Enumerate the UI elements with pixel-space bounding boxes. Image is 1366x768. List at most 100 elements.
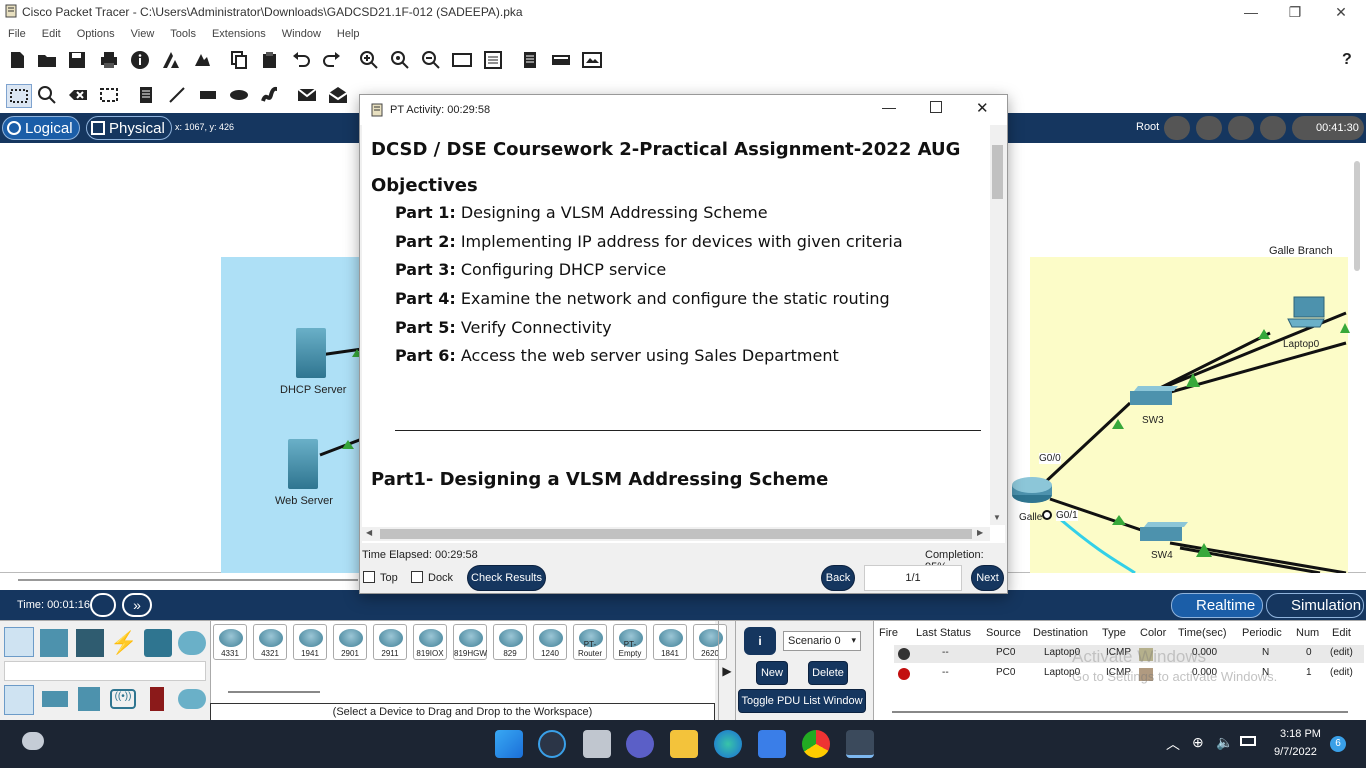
misc-category[interactable] xyxy=(144,629,172,657)
menu-view[interactable]: View xyxy=(131,28,155,40)
freeform-icon[interactable] xyxy=(259,84,281,106)
delete-scenario-button[interactable]: Delete xyxy=(808,661,848,685)
scroll-left-arrow[interactable]: ◀ xyxy=(366,528,372,537)
dialog-maximize-button[interactable] xyxy=(930,101,942,113)
search-icon[interactable] xyxy=(538,730,566,758)
wan-emulation-subcategory[interactable] xyxy=(178,689,206,709)
open-folder-icon[interactable] xyxy=(36,49,58,71)
start-windows-icon[interactable] xyxy=(495,730,523,758)
info-icon[interactable] xyxy=(129,49,151,71)
device-thumbnail[interactable]: 1841 xyxy=(653,624,687,660)
minimize-button[interactable]: — xyxy=(1228,2,1274,22)
device-thumbnail[interactable]: 4321 xyxy=(253,624,287,660)
scroll-thumb[interactable] xyxy=(992,145,1003,199)
panel-collapse-arrow[interactable]: ▶ xyxy=(718,621,736,721)
custom-device-dialog-icon[interactable] xyxy=(482,49,504,71)
new-file-icon[interactable] xyxy=(6,49,28,71)
viewport-icon[interactable] xyxy=(550,49,572,71)
delete-icon[interactable] xyxy=(67,84,89,106)
language-icon[interactable]: ⊕ xyxy=(1192,734,1204,751)
select-tool-icon[interactable] xyxy=(6,84,32,108)
landscape-icon[interactable] xyxy=(1260,116,1286,140)
switches-subcategory[interactable] xyxy=(42,691,68,707)
pdu-edit-link[interactable]: (edit) xyxy=(1330,647,1353,658)
taskbar-time[interactable]: 3:18 PM xyxy=(1280,728,1321,740)
menu-options[interactable]: Options xyxy=(77,28,115,40)
realtime-mode-button[interactable]: Realtime xyxy=(1171,593,1263,618)
security-subcategory[interactable] xyxy=(150,687,164,711)
device-list-scrollbar[interactable] xyxy=(228,691,320,693)
back-navigation-icon[interactable] xyxy=(1164,116,1190,140)
fast-forward-icon[interactable]: » xyxy=(122,593,152,617)
h-scroll-thumb[interactable] xyxy=(380,529,972,539)
routers-subcategory[interactable] xyxy=(4,685,34,715)
device-thumbnail[interactable]: 2901 xyxy=(333,624,367,660)
weather-icon[interactable] xyxy=(22,732,44,750)
dock-checkbox[interactable] xyxy=(411,571,423,583)
device-thumbnail[interactable]: PT-Empty xyxy=(613,624,647,660)
check-results-button[interactable]: Check Results xyxy=(467,565,546,591)
zoom-out-icon[interactable] xyxy=(420,49,442,71)
draw-rectangle-icon[interactable] xyxy=(197,84,219,106)
add-simple-pdu-icon[interactable] xyxy=(296,84,318,106)
task-view-icon[interactable] xyxy=(583,730,611,758)
next-button[interactable]: Next xyxy=(971,565,1004,591)
fire-icon[interactable] xyxy=(898,648,910,660)
battery-icon[interactable] xyxy=(1240,736,1256,746)
root-label[interactable]: Root xyxy=(1136,121,1159,133)
horizontal-scrollbar[interactable] xyxy=(18,579,358,581)
new-scenario-button[interactable]: New xyxy=(756,661,788,685)
drawing-palette-icon[interactable] xyxy=(451,49,473,71)
network-devices-category[interactable] xyxy=(4,627,34,657)
activity-wizard-icon[interactable] xyxy=(191,49,213,71)
resize-shape-icon[interactable] xyxy=(98,84,120,106)
device-thumbnail[interactable]: 1941 xyxy=(293,624,327,660)
menu-file[interactable]: File xyxy=(8,28,26,40)
device-thumbnail[interactable]: PT-Router xyxy=(573,624,607,660)
vertical-scrollbar[interactable] xyxy=(1354,161,1360,271)
cluster-icon[interactable] xyxy=(581,49,603,71)
physical-tab[interactable]: Physical xyxy=(86,116,172,140)
device-thumbnail[interactable]: 829 xyxy=(493,624,527,660)
galle-router-icon[interactable] xyxy=(1010,475,1054,505)
scenario-info-icon[interactable]: i xyxy=(744,627,776,655)
place-note-icon[interactable] xyxy=(135,84,157,106)
laptop-icon[interactable] xyxy=(1286,295,1328,329)
draw-line-icon[interactable] xyxy=(166,84,188,106)
top-checkbox[interactable] xyxy=(363,571,375,583)
chrome-browser-icon[interactable] xyxy=(802,730,830,758)
chat-icon[interactable] xyxy=(626,730,654,758)
help-icon[interactable]: ? xyxy=(1342,51,1352,69)
navigation-pad-icon[interactable] xyxy=(1228,116,1254,140)
zoom-in-icon[interactable] xyxy=(358,49,380,71)
toggle-pdu-list-button[interactable]: Toggle PDU List Window xyxy=(738,689,866,713)
draw-ellipse-icon[interactable] xyxy=(228,84,250,106)
undo-icon[interactable] xyxy=(290,49,312,71)
content-vertical-scrollbar[interactable]: ▼ xyxy=(990,125,1005,525)
print-icon[interactable] xyxy=(98,49,120,71)
microsoft-store-icon[interactable] xyxy=(758,730,786,758)
packet-tracer-taskbar-icon[interactable] xyxy=(846,730,874,758)
back-button[interactable]: Back xyxy=(821,565,855,591)
fire-icon[interactable] xyxy=(898,668,910,680)
save-icon[interactable] xyxy=(66,49,88,71)
paste-icon[interactable] xyxy=(259,49,281,71)
scenario-select[interactable]: Scenario 0 ▾ xyxy=(783,631,861,651)
show-hidden-icons[interactable]: ︿ xyxy=(1166,734,1180,754)
device-thumbnail[interactable]: 2911 xyxy=(373,624,407,660)
connections-category[interactable]: ⚡ xyxy=(110,629,137,657)
multiuser-category[interactable] xyxy=(178,631,206,655)
dhcp-server-icon[interactable] xyxy=(296,328,326,378)
dialog-minimize-button[interactable]: — xyxy=(882,99,896,115)
volume-icon[interactable]: 🔈 xyxy=(1216,734,1233,751)
cloud-icon[interactable] xyxy=(1196,116,1222,140)
device-thumbnail[interactable]: 4331 xyxy=(213,624,247,660)
menu-extensions[interactable]: Extensions xyxy=(212,28,266,40)
redo-icon[interactable] xyxy=(321,49,343,71)
sw3-switch-icon[interactable] xyxy=(1128,385,1178,409)
device-thumbnail[interactable]: 819IOX xyxy=(413,624,447,660)
wireless-subcategory[interactable]: ((•)) xyxy=(110,689,136,709)
sw4-switch-icon[interactable] xyxy=(1138,521,1188,545)
scroll-down-arrow[interactable]: ▼ xyxy=(993,513,1001,522)
components-category[interactable] xyxy=(76,629,104,657)
